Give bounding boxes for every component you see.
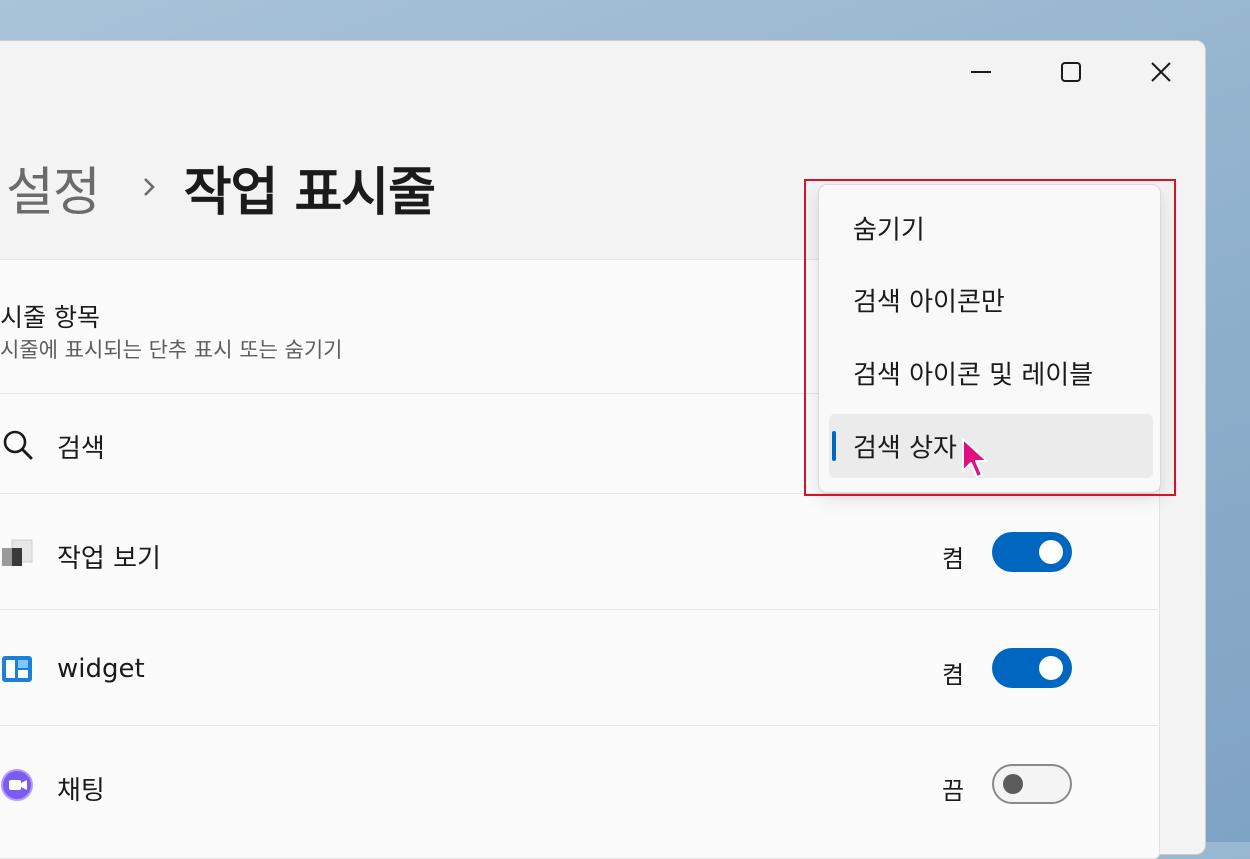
minimize-button[interactable]	[961, 52, 1001, 92]
taskbar-item-chat: 채팅 끔	[0, 726, 1158, 842]
maximize-button[interactable]	[1051, 52, 1091, 92]
chevron-right-icon	[142, 176, 156, 198]
search-icon	[0, 427, 34, 461]
item-label: 작업 보기	[57, 544, 161, 574]
toggle-state-label: 켬	[942, 661, 965, 689]
item-label: widget	[57, 654, 145, 684]
breadcrumb: 설정 작업 표시줄	[6, 150, 436, 225]
toggle-state-label: 끔	[942, 777, 965, 805]
breadcrumb-parent-link[interactable]: 설정	[6, 150, 101, 225]
mouse-cursor-icon	[962, 438, 988, 478]
taskbar-item-task-view: 작업 보기 켬	[0, 494, 1158, 609]
chat-toggle[interactable]	[992, 764, 1072, 804]
minimize-icon	[971, 71, 991, 73]
taskbar-item-widgets: widget 켬	[0, 610, 1158, 725]
widgets-toggle[interactable]	[992, 648, 1072, 688]
task-view-icon	[0, 536, 34, 570]
close-icon	[1151, 62, 1171, 82]
section-title: 시줄 항목	[0, 303, 100, 332]
task-view-toggle[interactable]	[992, 532, 1072, 572]
toggle-state-label: 켬	[942, 545, 965, 573]
item-label: 검색	[57, 434, 105, 464]
item-label: 채팅	[57, 776, 105, 806]
toggle-knob	[1039, 656, 1063, 680]
chat-icon	[0, 768, 34, 802]
section-subtitle: 시줄에 표시되는 단추 표시 또는 숨기기	[0, 338, 343, 362]
toggle-knob	[1003, 774, 1023, 794]
widgets-icon	[0, 652, 34, 686]
page-title: 작업 표시줄	[183, 162, 436, 223]
maximize-icon	[1061, 62, 1081, 82]
close-button[interactable]	[1141, 52, 1181, 92]
toggle-knob	[1039, 540, 1063, 564]
